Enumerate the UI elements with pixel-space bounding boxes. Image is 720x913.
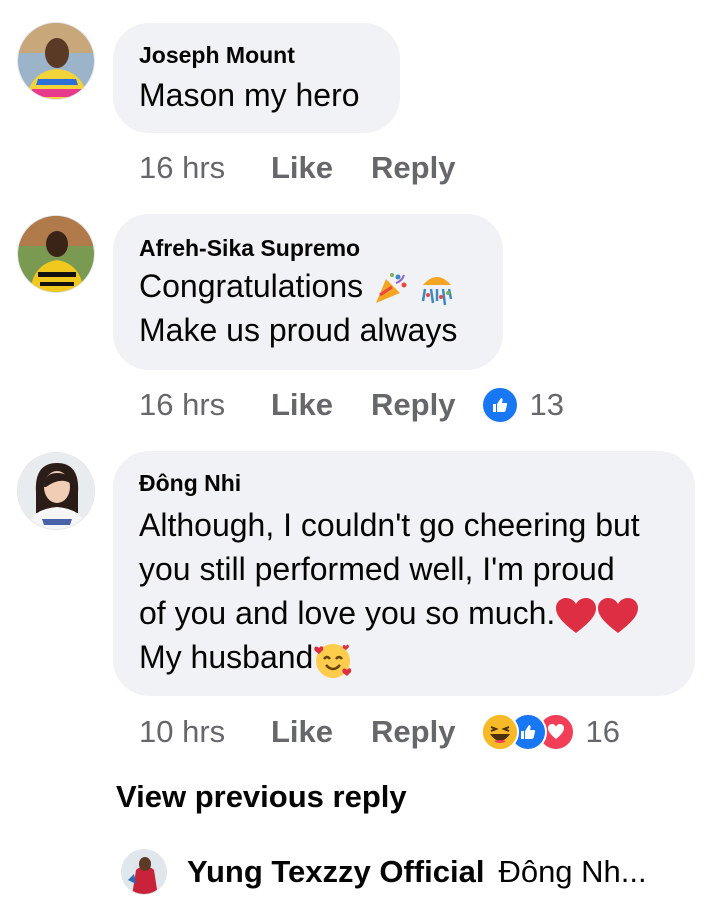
comment-bubble: Đông Nhi Although, I couldn't go cheerin…: [113, 451, 695, 696]
comment-author[interactable]: Joseph Mount: [139, 41, 374, 69]
reply-button[interactable]: Reply: [371, 150, 455, 186]
comment-actions: 16 hrs Like Reply: [139, 146, 481, 190]
avatar-image: [122, 850, 166, 894]
haha-icon: [481, 713, 520, 751]
smiling-face-with-hearts-icon: [314, 643, 352, 678]
comment-text-line: of you and love you so much.: [139, 591, 669, 635]
avatar-yung-texzzy-official[interactable]: [121, 849, 167, 895]
reaction-count[interactable]: 16: [585, 714, 619, 750]
comment-time[interactable]: 10 hrs: [139, 714, 271, 750]
party-popper-icon: [376, 272, 407, 303]
like-icon: [481, 386, 520, 424]
comment-text: you still performed well, I'm proud: [139, 551, 615, 587]
comment-text: My husband: [139, 639, 314, 675]
comment-time[interactable]: 16 hrs: [139, 150, 271, 186]
comment-actions: 16 hrs Like Reply 13: [139, 383, 564, 427]
reply-button[interactable]: Reply: [371, 387, 455, 423]
avatar-image: [18, 216, 94, 292]
comment-text: Although, I couldn't go cheering but: [139, 507, 640, 543]
comment-text-line: Congratulations: [139, 264, 477, 308]
like-button[interactable]: Like: [271, 387, 333, 423]
comment-text: Make us proud always: [139, 312, 458, 348]
avatar-image: [18, 453, 94, 529]
avatar-afreh-sika-supremo[interactable]: [17, 215, 95, 293]
reply-preview-text[interactable]: Đông Nh...: [498, 854, 646, 890]
reactions-summary[interactable]: [481, 713, 576, 751]
comment-author[interactable]: Đông Nhi: [139, 469, 669, 497]
view-previous-reply-link[interactable]: View previous reply: [116, 779, 407, 815]
confetti-ball-icon: [421, 276, 453, 305]
comment-time[interactable]: 16 hrs: [139, 387, 271, 423]
reaction-count[interactable]: 13: [529, 387, 563, 423]
reply-preview[interactable]: Yung Texzzy Official Đông Nh...: [121, 846, 647, 898]
comment-text: of you and love you so much.: [139, 595, 556, 631]
avatar-dong-nhi[interactable]: [17, 452, 95, 530]
reply-author[interactable]: Yung Texzzy Official: [187, 854, 484, 890]
reply-button[interactable]: Reply: [371, 714, 455, 750]
comment-actions: 10 hrs Like Reply 16: [139, 710, 620, 754]
comment-author[interactable]: Afreh-Sika Supremo: [139, 234, 477, 262]
comment-bubble: Afreh-Sika Supremo Congratulations Make …: [113, 214, 503, 370]
comment-text-line: My husband: [139, 635, 669, 680]
heart-icon: [556, 597, 597, 633]
avatar-image: [18, 23, 94, 99]
comment-bubble: Joseph Mount Mason my hero: [113, 23, 400, 133]
like-button[interactable]: Like: [271, 150, 333, 186]
heart-icon: [598, 597, 639, 633]
comment-text: Congratulations: [139, 268, 364, 304]
like-button[interactable]: Like: [271, 714, 333, 750]
avatar-joseph-mount[interactable]: [17, 22, 95, 100]
reactions-summary[interactable]: [481, 386, 520, 424]
comment-text: Mason my hero: [139, 77, 360, 113]
